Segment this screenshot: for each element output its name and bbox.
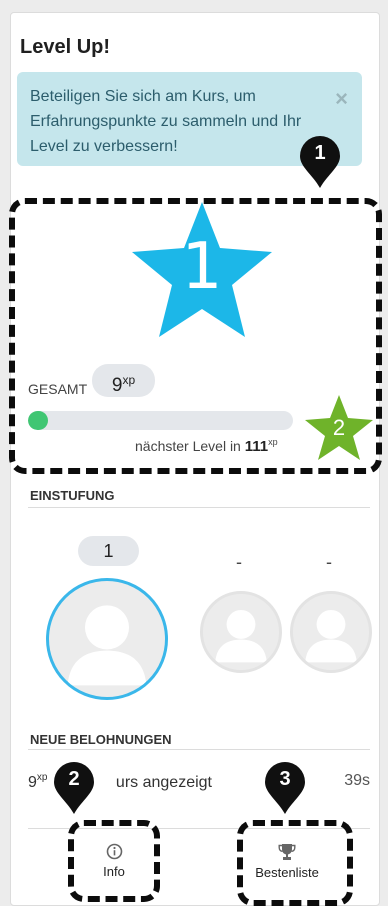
tutorial-marker: 1 — [300, 136, 340, 188]
rewards-divider — [28, 749, 370, 750]
user-silhouette-icon — [215, 609, 267, 663]
tutorial-marker: 3 — [265, 762, 305, 814]
reward-text: urs angezeigt — [115, 774, 212, 791]
rank-placeholder: - — [326, 552, 332, 572]
ranking-heading: EINSTUFUNG — [30, 488, 115, 503]
rank-badge: 1 — [78, 536, 139, 566]
tutorial-marker: 2 — [54, 762, 94, 814]
tutorial-highlight-level — [9, 198, 382, 474]
avatar-placeholder — [200, 591, 282, 673]
tutorial-highlight-leaderboard — [237, 820, 353, 906]
ranking-divider — [28, 507, 370, 508]
reward-xp: 9 — [28, 774, 37, 791]
alert-text: Beteiligen Sie sich am Kurs, um Erfahrun… — [30, 88, 302, 155]
user-silhouette-icon — [67, 605, 147, 686]
rewards-heading: NEUE BELOHNUNGEN — [30, 732, 172, 747]
marker-number: 3 — [279, 768, 291, 790]
avatar-self — [46, 578, 168, 700]
tutorial-highlight-info — [68, 820, 160, 902]
reward-time: 39s — [344, 772, 370, 789]
marker-number: 2 — [68, 768, 80, 790]
close-icon[interactable]: × — [335, 86, 348, 111]
avatar-placeholder — [290, 591, 372, 673]
marker-number: 1 — [314, 142, 326, 164]
block-title: Level Up! — [20, 36, 111, 58]
user-silhouette-icon — [305, 609, 357, 663]
rank-placeholder: - — [236, 552, 242, 572]
reward-xp-unit: xp — [36, 772, 48, 783]
